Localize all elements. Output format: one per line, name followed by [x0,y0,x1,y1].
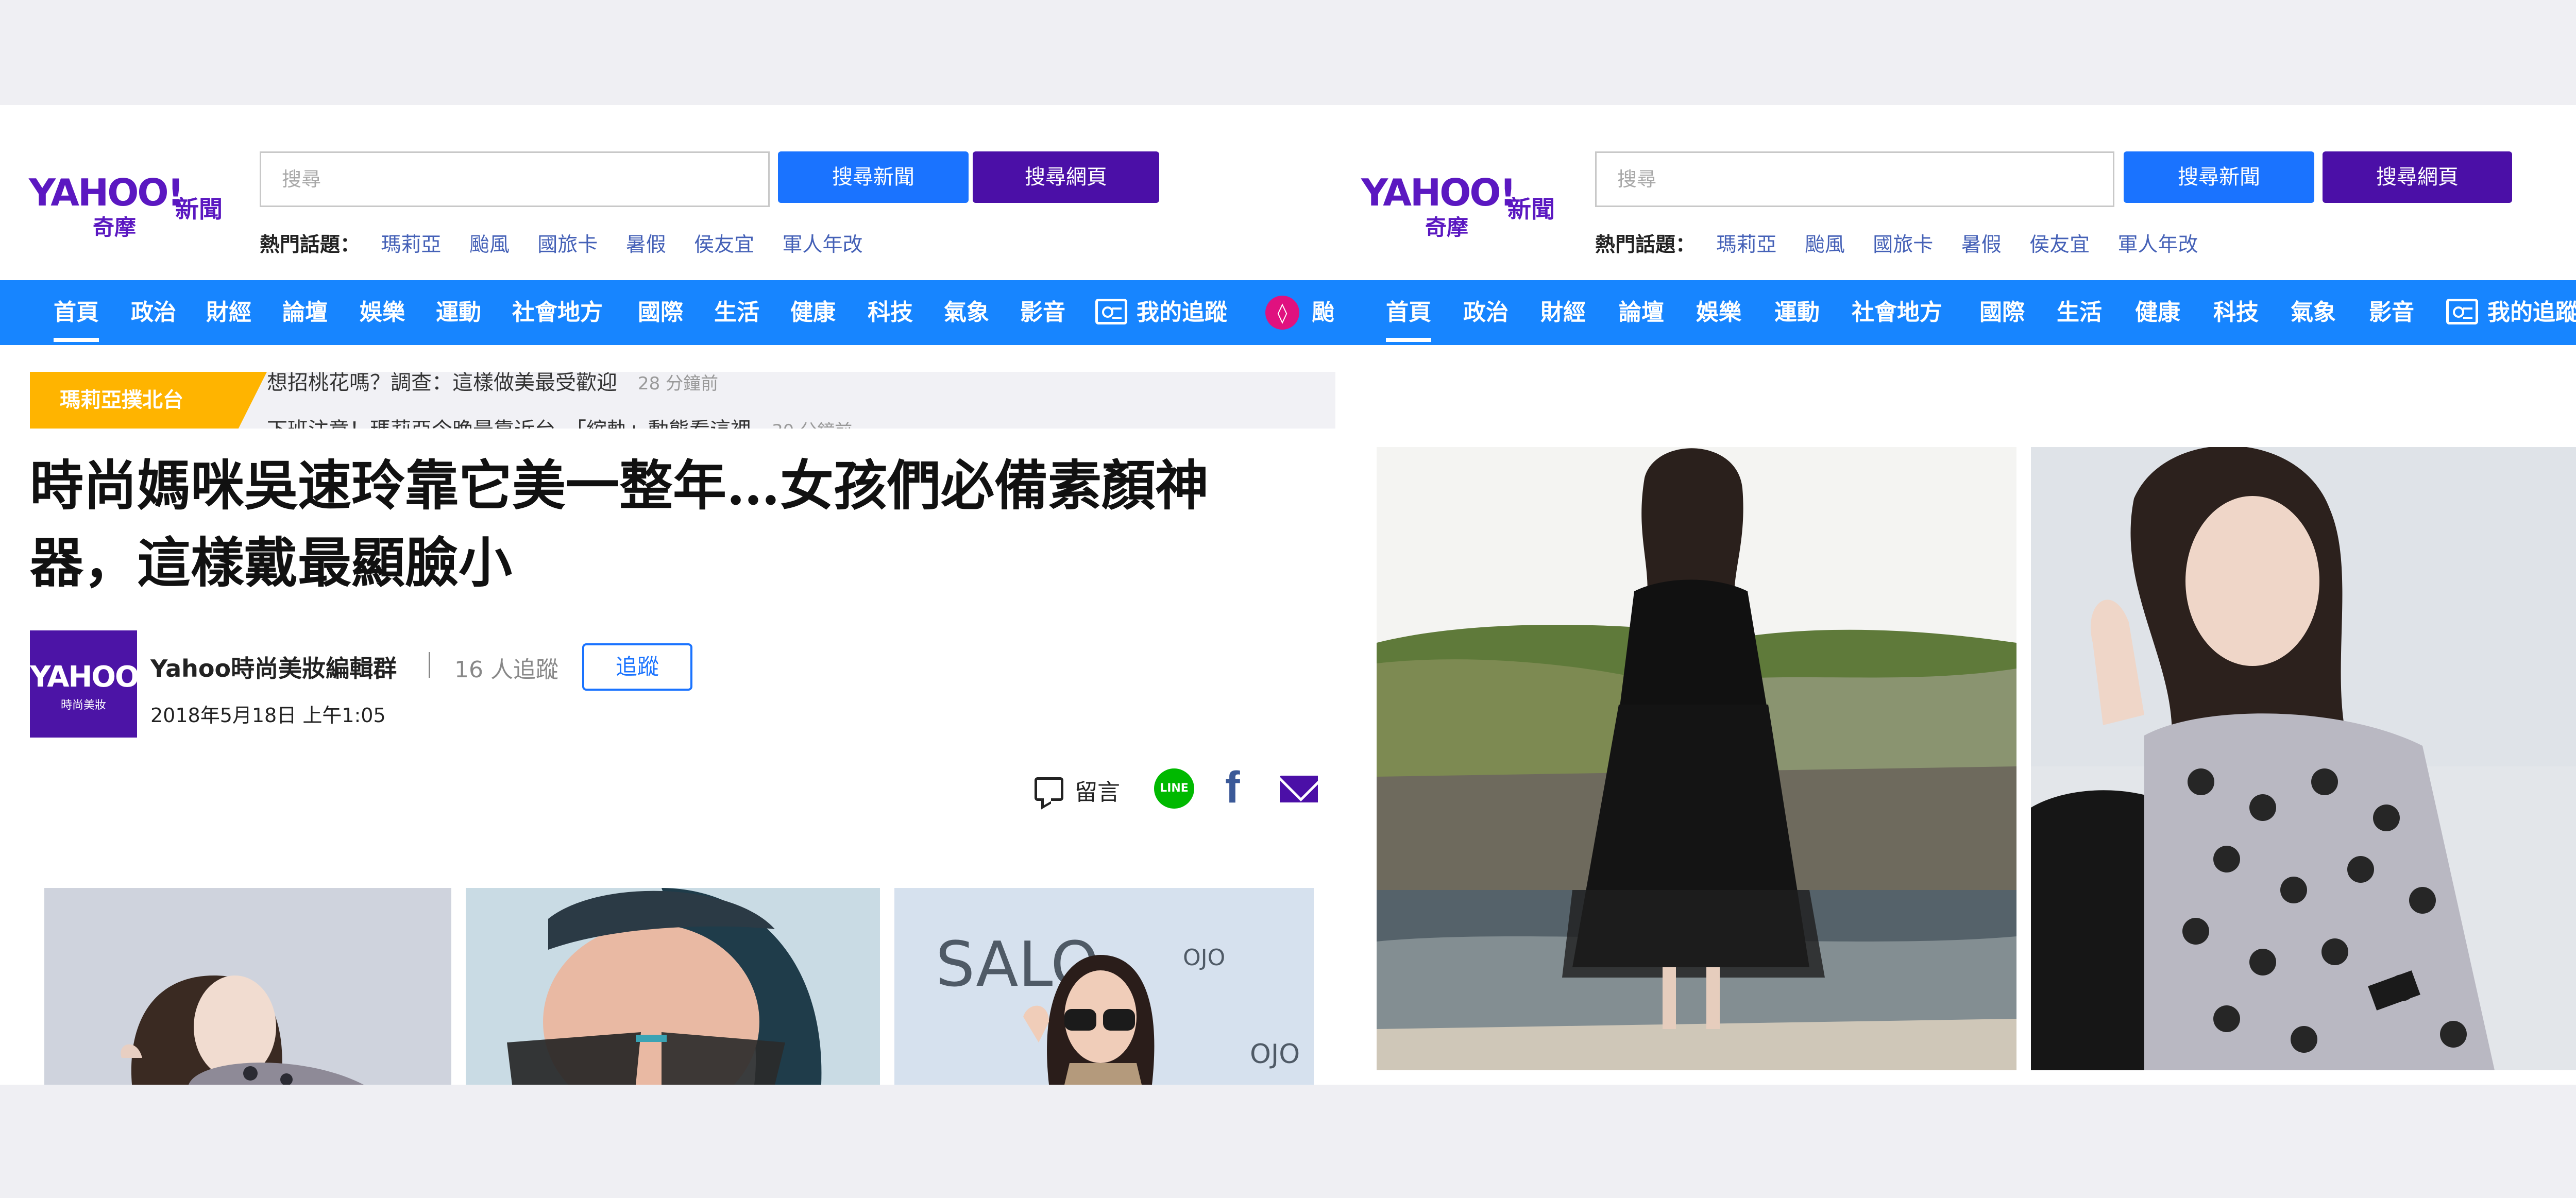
article-headline: 時尚媽咪吳速玲靠它美一整年…女孩們必備素顏神器，這樣戴最顯臉小 [30,454,1209,594]
ojo-sign-text: OJO [1183,945,1225,971]
follow-card-icon [2446,299,2478,324]
nav-item-forum[interactable]: 論壇 [282,280,328,345]
logo-news-label: 新聞 [175,195,223,223]
nav-item-forum[interactable]: 論壇 [1619,280,1664,345]
logo-subtitle: 奇摩 [1425,215,1469,240]
yahoo-logo[interactable]: YAHOO! 奇摩 新聞 [29,174,245,241]
search-web-button[interactable]: 搜尋網頁 [2323,151,2512,203]
nav-item-my-follow[interactable]: 我的追蹤 [2446,280,2576,345]
nav-item-my-follow[interactable]: 我的追蹤 [1095,280,1227,345]
publish-date: 2018年5月18日 上午1:05 [150,704,386,727]
nav-item-typhoon[interactable]: 颱 [1312,280,1334,345]
hot-topics: 熱門話題： 瑪莉亞 颱風 國旅卡 暑假 侯友宜 軍人年改 [260,229,885,258]
author-avatar[interactable]: YAHOO! 時尚美妝 [30,630,151,738]
live-icon[interactable]: ◊ [1265,296,1299,330]
nav-item-world[interactable]: 國際 [638,280,683,345]
hot-topic-link[interactable]: 暑假 [1961,233,2002,256]
hot-topics-label: 熱門話題： [260,233,361,256]
article-photo-1[interactable] [44,888,451,1085]
ticker-time: 30 分鐘前 [772,421,852,429]
article-photo-3[interactable]: SALO OJO OJO [894,888,1314,1085]
hot-topic-link[interactable]: 颱風 [469,233,510,256]
avatar-sub-text: 時尚美妝 [60,699,106,712]
nav-item-world[interactable]: 國際 [1979,280,2025,345]
follow-button[interactable]: 追蹤 [582,643,692,691]
comment-icon[interactable] [1035,777,1063,801]
nav-item-video[interactable]: 影音 [2369,280,2414,345]
article-page-right: YAHOO! 奇摩 新聞 搜尋 搜尋新聞 搜尋網頁 熱門話題： 瑪莉亞 颱風 國… [1335,105,2576,1085]
search-news-button[interactable]: 搜尋新聞 [778,151,969,203]
hot-topics: 熱門話題： 瑪莉亞 颱風 國旅卡 暑假 侯友宜 軍人年改 [1595,229,2220,258]
search-web-button[interactable]: 搜尋網頁 [973,151,1159,203]
divider [429,652,430,678]
hot-topic-link[interactable]: 颱風 [1805,233,1845,256]
nav-item-local[interactable]: 社會地方 [512,280,603,345]
hot-topic-link[interactable]: 軍人年改 [783,233,863,256]
yahoo-logo[interactable]: YAHOO! 奇摩 新聞 [1361,174,1578,241]
hot-topic-link[interactable]: 瑪莉亞 [381,233,441,256]
nav-item-home[interactable]: 首頁 [1386,280,1431,345]
mail-share-icon[interactable] [1280,776,1318,802]
nav-item-sports[interactable]: 運動 [436,280,481,345]
logo-wordmark: YAHOO! [29,171,184,214]
search-input[interactable]: 搜尋 [1595,151,2114,207]
nav-item-life[interactable]: 生活 [2057,280,2102,345]
ticker-item[interactable]: 想招桃花嗎？調查：這樣做美最受歡迎 28 分鐘前 [267,372,718,396]
hot-topic-link[interactable]: 暑假 [626,233,666,256]
follower-count: 16 人追蹤 [454,657,558,683]
article-photo-2[interactable] [466,888,880,1085]
main-nav: 首頁 政治 財經 論壇 娛樂 運動 社會地方 國際 生活 健康 科技 氣象 影音… [0,280,1335,345]
nav-item-politics[interactable]: 政治 [131,280,176,345]
logo-news-label: 新聞 [1507,195,1555,223]
nav-item-entertainment[interactable]: 娛樂 [1696,280,1741,345]
nav-item-tech[interactable]: 科技 [2213,280,2259,345]
breaking-ticker: 瑪莉亞撲北台 想招桃花嗎？調查：這樣做美最受歡迎 28 分鐘前 下班注意！瑪莉亞今… [30,372,1335,429]
avatar-logo-text: YAHOO! [30,660,151,694]
nav-item-video[interactable]: 影音 [1020,280,1065,345]
nav-item-health[interactable]: 健康 [790,280,836,345]
gallery-photo-black-dress[interactable] [1377,447,2016,1070]
hot-topics-label: 熱門話題： [1595,233,1696,256]
search-news-button[interactable]: 搜尋新聞 [2124,151,2314,203]
hot-topic-link[interactable]: 侯友宜 [694,233,754,256]
nav-item-home[interactable]: 首頁 [54,280,99,345]
nav-item-tech[interactable]: 科技 [868,280,913,345]
nav-my-follow-label: 我的追蹤 [1137,299,1227,326]
article-page-left: YAHOO! 奇摩 新聞 搜尋 搜尋新聞 搜尋網頁 熱門話題： 瑪莉亞 颱風 國… [0,105,1335,1085]
follow-card-icon [1095,299,1127,324]
nav-item-health[interactable]: 健康 [2135,280,2180,345]
nav-item-politics[interactable]: 政治 [1463,280,1509,345]
nav-item-local[interactable]: 社會地方 [1852,280,1942,345]
nav-item-weather[interactable]: 氣象 [2291,280,2336,345]
search-input[interactable]: 搜尋 [260,151,770,207]
nav-item-finance[interactable]: 財經 [206,280,251,345]
gallery-photo-printed-dress[interactable] [2031,447,2576,1070]
nav-item-life[interactable]: 生活 [714,280,759,345]
ticker-tag[interactable]: 瑪莉亞撲北台 [30,372,267,429]
nav-my-follow-label: 我的追蹤 [2487,299,2576,326]
nav-item-weather[interactable]: 氣象 [944,280,989,345]
ticker-time: 28 分鐘前 [638,373,719,394]
nav-item-sports[interactable]: 運動 [1774,280,1820,345]
ticker-text: 下班注意！瑪莉亞今晚最靠近台 「縮軌」動態看這裡 [267,418,751,429]
hot-topic-link[interactable]: 國旅卡 [537,233,598,256]
main-nav: 首頁 政治 財經 論壇 娛樂 運動 社會地方 國際 生活 健康 科技 氣象 影音… [1335,280,2576,345]
logo-wordmark: YAHOO! [1361,171,1516,214]
hot-topic-link[interactable]: 國旅卡 [1873,233,1933,256]
line-share-icon[interactable]: LINE [1154,768,1194,809]
nav-item-finance[interactable]: 財經 [1540,280,1586,345]
hot-topic-link[interactable]: 軍人年改 [2118,233,2198,256]
hot-topic-link[interactable]: 瑪莉亞 [1716,233,1776,256]
ticker-text: 想招桃花嗎？調查：這樣做美最受歡迎 [267,372,617,395]
author-name[interactable]: Yahoo時尚美妝編輯群 [150,650,397,684]
ticker-item[interactable]: 下班注意！瑪莉亞今晚最靠近台 「縮軌」動態看這裡 30 分鐘前 [267,413,852,429]
hot-topic-link[interactable]: 侯友宜 [2029,233,2090,256]
comment-button[interactable]: 留言 [1075,774,1120,807]
nav-item-entertainment[interactable]: 娛樂 [360,280,405,345]
logo-subtitle: 奇摩 [93,215,137,240]
facebook-share-icon[interactable]: f [1225,762,1240,813]
ojo-sign-text: OJO [1250,1039,1300,1070]
